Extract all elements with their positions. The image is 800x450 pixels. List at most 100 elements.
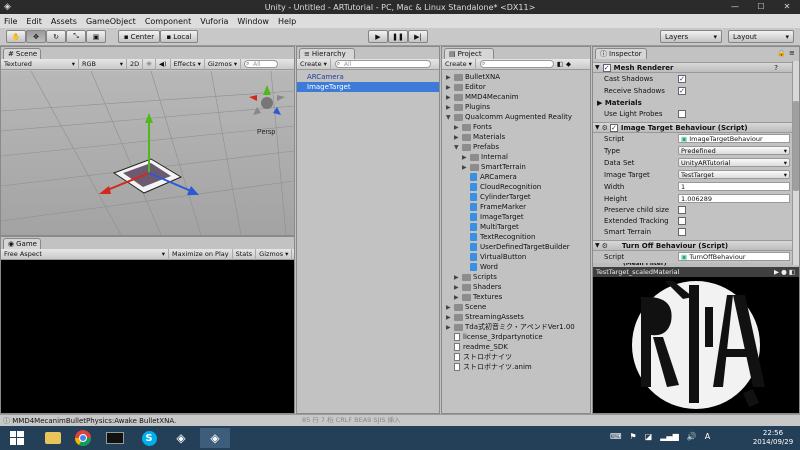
collapsed-arrow-icon[interactable]: ▶ [454, 284, 462, 291]
taskbar-unity-1[interactable]: ◈ [166, 428, 196, 448]
taskbar-unity-2[interactable]: ◈ [200, 428, 230, 448]
effects-dropdown[interactable]: Effects ▾ [171, 58, 205, 70]
lock-icon[interactable]: 🔒 [777, 49, 786, 57]
tab-inspector[interactable]: ⓘ Inspector [595, 48, 647, 59]
pivot-local-button[interactable]: ▪ Local [160, 30, 198, 43]
collapsed-arrow-icon[interactable]: ▶ [446, 314, 454, 321]
inspector-scrollbar-thumb[interactable] [793, 101, 799, 191]
hierarchy-item-arcamera[interactable]: ARCamera [297, 72, 439, 82]
inspector-scrollbar[interactable] [792, 61, 799, 265]
keyboard-icon[interactable]: ⌨ [610, 432, 622, 441]
panel-menu-icon[interactable]: ≡ [789, 49, 795, 57]
audio-toggle[interactable]: ◀) [156, 58, 171, 70]
rect-tool-button[interactable]: ▣ [86, 30, 106, 43]
collapsed-arrow-icon[interactable]: ▶ [446, 324, 454, 331]
scene-search-input[interactable]: ⌕ All [244, 60, 279, 68]
collapsed-arrow-icon[interactable]: ▶ [446, 304, 454, 311]
project-item[interactable]: MultiTarget [442, 222, 590, 232]
maximize-button[interactable]: ☐ [748, 0, 774, 14]
expanded-arrow-icon[interactable]: ▼ [454, 144, 462, 151]
height-field[interactable]: 1.006289 [678, 194, 790, 203]
volume-icon[interactable]: 🔊 [687, 432, 697, 441]
network-icon[interactable]: ▂▄▆ [660, 432, 678, 441]
material-preview[interactable] [593, 277, 799, 413]
scene-viewport[interactable]: Persp [1, 71, 294, 235]
turn-off-header[interactable]: ▼ ⚙ Turn Off Behaviour (Script) [593, 240, 792, 251]
image-target-header[interactable]: ▼ ⚙ ✓ Image Target Behaviour (Script) [593, 122, 792, 133]
project-item[interactable]: ▶ BulletXNA [442, 72, 590, 82]
project-item[interactable]: ▶ Internal [442, 152, 590, 162]
taskbar-explorer[interactable] [38, 428, 68, 448]
taskbar-chrome[interactable] [68, 428, 98, 448]
render-mode-dropdown[interactable]: RGB ▾ [79, 58, 127, 70]
menu-assets[interactable]: Assets [51, 17, 77, 26]
tab-scene[interactable]: # Scene [3, 48, 41, 59]
move-tool-button[interactable]: ✥ [26, 30, 46, 43]
project-item[interactable]: ▼ Prefabs [442, 142, 590, 152]
smart-terrain-checkbox[interactable] [678, 228, 686, 236]
collapsed-arrow-icon[interactable]: ▶ [446, 84, 454, 91]
receive-shadows-checkbox[interactable]: ✓ [678, 87, 686, 95]
flag-icon[interactable]: ⚑ [630, 432, 637, 441]
tray-app-icon[interactable]: ◪ [645, 432, 653, 441]
tab-hierarchy[interactable]: ≡ Hierarchy [299, 48, 355, 59]
menu-edit[interactable]: Edit [26, 17, 42, 26]
tab-project[interactable]: ▤ Project [444, 48, 494, 59]
hierarchy-item-imagetarget[interactable]: ImageTarget [297, 82, 439, 92]
taskbar-clock[interactable]: 22:56 2014/09/29 [748, 429, 798, 447]
maximize-on-play-toggle[interactable]: Maximize on Play [169, 248, 233, 260]
taskbar-terminal[interactable] [100, 428, 130, 448]
project-item[interactable]: ▶ StreamingAssets [442, 312, 590, 322]
start-button[interactable] [2, 428, 32, 448]
project-item[interactable]: UserDefinedTargetBuilder [442, 242, 590, 252]
project-item[interactable]: readme_SDK [442, 342, 590, 352]
light-probes-checkbox[interactable] [678, 110, 686, 118]
menu-component[interactable]: Component [145, 17, 191, 26]
project-item[interactable]: ▶ Plugins [442, 102, 590, 112]
layout-dropdown[interactable]: Layout ▾ [728, 30, 794, 43]
project-item[interactable]: ▶ Tda式初音ミク・アペンドVer1.00 [442, 322, 590, 332]
2d-toggle[interactable]: 2D [127, 58, 144, 70]
scale-tool-button[interactable]: ⤡ [66, 30, 86, 43]
filter-by-type-icon[interactable]: ◧ [557, 60, 563, 68]
turn-off-script-field[interactable]: ▣ TurnOffBehaviour [678, 252, 790, 261]
dataset-dropdown[interactable]: UnityARTutorial ▾ [678, 158, 790, 167]
collapsed-arrow-icon[interactable]: ▶ [454, 294, 462, 301]
minimize-button[interactable]: — [722, 0, 748, 14]
materials-foldout[interactable]: ▶ Materials [597, 99, 642, 107]
hierarchy-create-button[interactable]: Create ▾ [297, 58, 331, 70]
tab-game[interactable]: ◉ Game [3, 238, 41, 249]
project-item[interactable]: Word [442, 262, 590, 272]
image-target-enabled-checkbox[interactable]: ✓ [609, 123, 618, 132]
layers-dropdown[interactable]: Layers ▾ [660, 30, 722, 43]
collapsed-arrow-icon[interactable]: ▶ [462, 154, 470, 161]
menu-help[interactable]: Help [278, 17, 296, 26]
shading-mode-dropdown[interactable]: Textured ▾ [1, 58, 79, 70]
collapsed-arrow-icon[interactable]: ▶ [454, 274, 462, 281]
system-tray[interactable]: ⌨ ⚑ ◪ ▂▄▆ 🔊 A [610, 432, 710, 441]
help-icon[interactable]: ? [774, 64, 778, 72]
taskbar-skype[interactable]: S [134, 428, 164, 448]
project-item[interactable]: ストロボナイツ [442, 352, 590, 362]
collapsed-arrow-icon[interactable]: ▶ [446, 94, 454, 101]
hand-tool-button[interactable]: ✋ [6, 30, 26, 43]
project-item[interactable]: CylinderTarget [442, 192, 590, 202]
project-item[interactable]: ▶ SmartTerrain [442, 162, 590, 172]
project-create-button[interactable]: Create ▾ [442, 58, 476, 70]
image-target-dropdown[interactable]: TestTarget ▾ [678, 170, 790, 179]
gizmos-dropdown[interactable]: Gizmos ▾ [205, 58, 242, 70]
project-item[interactable]: ▶ Fonts [442, 122, 590, 132]
type-dropdown[interactable]: Predefined ▾ [678, 146, 790, 155]
preserve-child-size-checkbox[interactable] [678, 206, 686, 214]
aspect-dropdown[interactable]: Free Aspect ▾ [1, 248, 169, 260]
project-item[interactable]: ▶ MMD4Mecanim [442, 92, 590, 102]
pivot-center-button[interactable]: ▪ Center [118, 30, 160, 43]
lighting-toggle[interactable]: ☼ [143, 58, 156, 70]
menu-window[interactable]: Window [237, 17, 269, 26]
close-button[interactable]: ✕ [774, 0, 800, 14]
project-item[interactable]: ▶ Textures [442, 292, 590, 302]
project-item[interactable]: ▶ Scene [442, 302, 590, 312]
collapsed-arrow-icon[interactable]: ▶ [446, 74, 454, 81]
project-item[interactable]: ▶ Scripts [442, 272, 590, 282]
mesh-renderer-enabled-checkbox[interactable]: ✓ [602, 63, 611, 72]
